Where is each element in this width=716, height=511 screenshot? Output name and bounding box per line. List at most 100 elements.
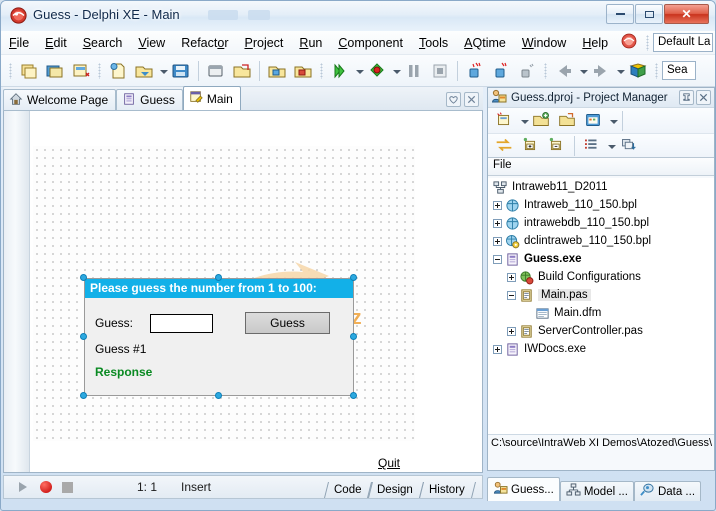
pause-icon[interactable]	[402, 59, 426, 83]
sort-icon[interactable]	[617, 134, 641, 158]
tree-item-iwdocs-exe[interactable]: IWDocs.exe	[488, 340, 714, 358]
tab-history[interactable]: History	[419, 482, 476, 498]
expander-plus-icon[interactable]	[493, 200, 502, 210]
menu-component[interactable]: Component	[330, 33, 411, 53]
view-mode-dropdown[interactable]	[605, 135, 616, 157]
minimize-button[interactable]	[606, 4, 634, 24]
selection-handle-tr[interactable]	[350, 274, 357, 281]
open-unit-icon[interactable]	[69, 59, 93, 83]
project-tree[interactable]: Intraweb11_D2011 Intraweb_110_150.bpl in…	[488, 178, 714, 434]
expander-minus-icon[interactable]	[493, 254, 502, 264]
sync-icon[interactable]	[493, 134, 517, 158]
delphi-help-icon[interactable]	[621, 33, 637, 52]
run-icon[interactable]	[328, 59, 352, 83]
toolbar-grip-1[interactable]	[9, 62, 12, 79]
guess-input[interactable]	[150, 314, 213, 333]
help-book-icon[interactable]	[626, 59, 650, 83]
iw-form-panel[interactable]: Please guess the number from 1 to 100: G…	[84, 278, 354, 396]
expander-plus-icon[interactable]	[493, 344, 502, 354]
record-icon[interactable]	[40, 481, 52, 493]
run-debug-dropdown[interactable]	[390, 60, 401, 82]
open-file-dropdown[interactable]	[157, 60, 168, 82]
menu-view[interactable]: View	[130, 33, 173, 53]
expand-all-icon[interactable]	[519, 134, 543, 158]
save-all-icon[interactable]	[43, 59, 67, 83]
tab-guess[interactable]: Guess	[116, 89, 183, 110]
run-debug-icon[interactable]	[365, 59, 389, 83]
new-item-icon[interactable]	[493, 109, 517, 133]
build-group-icon[interactable]	[582, 109, 606, 133]
maximize-button[interactable]	[635, 4, 663, 24]
run-to-cursor-icon[interactable]	[515, 59, 539, 83]
toolbar-grip-3[interactable]	[320, 62, 323, 79]
close-icon[interactable]	[696, 90, 711, 105]
remove-from-project-icon[interactable]	[291, 59, 315, 83]
new-item-dropdown[interactable]	[518, 110, 529, 132]
new-file-icon[interactable]	[106, 59, 130, 83]
expander-plus-icon[interactable]	[493, 218, 502, 228]
open-file-icon[interactable]	[132, 59, 156, 83]
expander-plus-icon[interactable]	[507, 326, 516, 336]
expander-plus-icon[interactable]	[493, 236, 502, 246]
pin-icon[interactable]	[679, 90, 694, 105]
tree-item-intrawebdb-110-150-bpl[interactable]: intrawebdb_110_150.bpl	[488, 214, 714, 232]
tree-item-intraweb-110-150-bpl[interactable]: Intraweb_110_150.bpl	[488, 196, 714, 214]
tree-item-dclintraweb-110-150-bpl[interactable]: dclintraweb_110_150.bpl	[488, 232, 714, 250]
add-to-project-icon[interactable]	[265, 59, 289, 83]
tree-item-intraweb11-d2011[interactable]: Intraweb11_D2011	[488, 178, 714, 196]
play-icon[interactable]	[16, 480, 30, 494]
collapse-all-icon[interactable]	[545, 134, 569, 158]
selection-handle-bc[interactable]	[215, 392, 222, 399]
menu-help[interactable]: Help	[574, 33, 616, 53]
build-dropdown[interactable]	[607, 110, 618, 132]
save-as-icon[interactable]	[204, 59, 228, 83]
forward-nav-icon[interactable]	[589, 59, 613, 83]
search-combo[interactable]: Sea	[662, 61, 696, 80]
view-mode-icon[interactable]	[580, 134, 604, 158]
tab-welcome-page[interactable]: Welcome Page	[3, 89, 117, 110]
back-nav-icon[interactable]	[552, 59, 576, 83]
selection-handle-br[interactable]	[350, 392, 357, 399]
menu-refactor[interactable]: Refactor	[173, 33, 236, 53]
run-dropdown[interactable]	[353, 60, 364, 82]
form-designer[interactable]: sosej .cz Quit Please guess the number f…	[3, 111, 483, 473]
menu-file[interactable]: FFileile	[1, 33, 37, 53]
stop-icon[interactable]	[428, 59, 452, 83]
expander-minus-icon[interactable]	[507, 290, 516, 300]
open-folder-icon[interactable]	[230, 59, 254, 83]
step-over-icon[interactable]	[489, 59, 513, 83]
close-tab-button[interactable]	[464, 92, 479, 107]
selection-handle-tl[interactable]	[80, 274, 87, 281]
menu-aqtime[interactable]: AQtime	[456, 33, 514, 53]
close-button[interactable]: ✕	[664, 4, 709, 24]
menu-project[interactable]: Project	[236, 33, 291, 53]
layout-combo[interactable]: Default La	[653, 33, 713, 52]
open-project-icon[interactable]	[17, 59, 41, 83]
open-project-icon[interactable]	[556, 109, 580, 133]
menu-search[interactable]: Search	[75, 33, 131, 53]
selection-handle-tc[interactable]	[215, 274, 222, 281]
toolbar-grip[interactable]	[646, 34, 649, 51]
tree-item-servercontroller-pas[interactable]: ServerController.pas	[488, 322, 714, 340]
menu-edit[interactable]: Edit	[37, 33, 75, 53]
selection-handle-mr[interactable]	[350, 333, 357, 340]
pmtab-model[interactable]: Model ...	[559, 481, 634, 501]
selection-handle-ml[interactable]	[80, 333, 87, 340]
tab-design[interactable]: Design	[367, 482, 425, 498]
toolbar-grip-2[interactable]	[98, 62, 101, 79]
menu-run[interactable]: Run	[291, 33, 330, 53]
tree-item-main-pas[interactable]: Main.pas	[488, 286, 714, 304]
pmtab-data[interactable]: Data ...	[633, 481, 702, 501]
tree-item-guess-exe[interactable]: Guess.exe	[488, 250, 714, 268]
favorite-button[interactable]	[446, 92, 461, 107]
tree-item-main-dfm[interactable]: Main.dfm	[488, 304, 714, 322]
stop-recording-icon[interactable]	[62, 481, 73, 493]
expander-plus-icon[interactable]	[507, 272, 516, 282]
toolbar-grip-5[interactable]	[655, 62, 658, 79]
add-project-icon[interactable]	[530, 109, 554, 133]
quit-link[interactable]: Quit	[378, 456, 400, 470]
selection-handle-bl[interactable]	[80, 392, 87, 399]
menu-window[interactable]: Window	[514, 33, 574, 53]
tree-item-build-configurations[interactable]: Build Configurations	[488, 268, 714, 286]
forward-nav-dropdown[interactable]	[614, 60, 625, 82]
